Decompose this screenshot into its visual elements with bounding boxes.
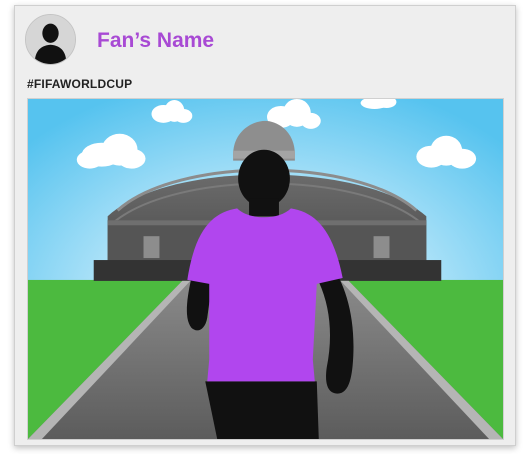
fan-stadium-illustration [28, 99, 503, 439]
social-post-card: Fan’s Name #FIFAWORLDCUP [14, 5, 516, 446]
post-image[interactable] [27, 98, 504, 440]
hashtag-text[interactable]: #FIFAWORLDCUP [27, 77, 132, 91]
post-header: Fan’s Name [25, 14, 485, 68]
avatar[interactable] [25, 14, 76, 65]
person-silhouette-icon [26, 15, 75, 64]
author-name[interactable]: Fan’s Name [97, 29, 214, 53]
